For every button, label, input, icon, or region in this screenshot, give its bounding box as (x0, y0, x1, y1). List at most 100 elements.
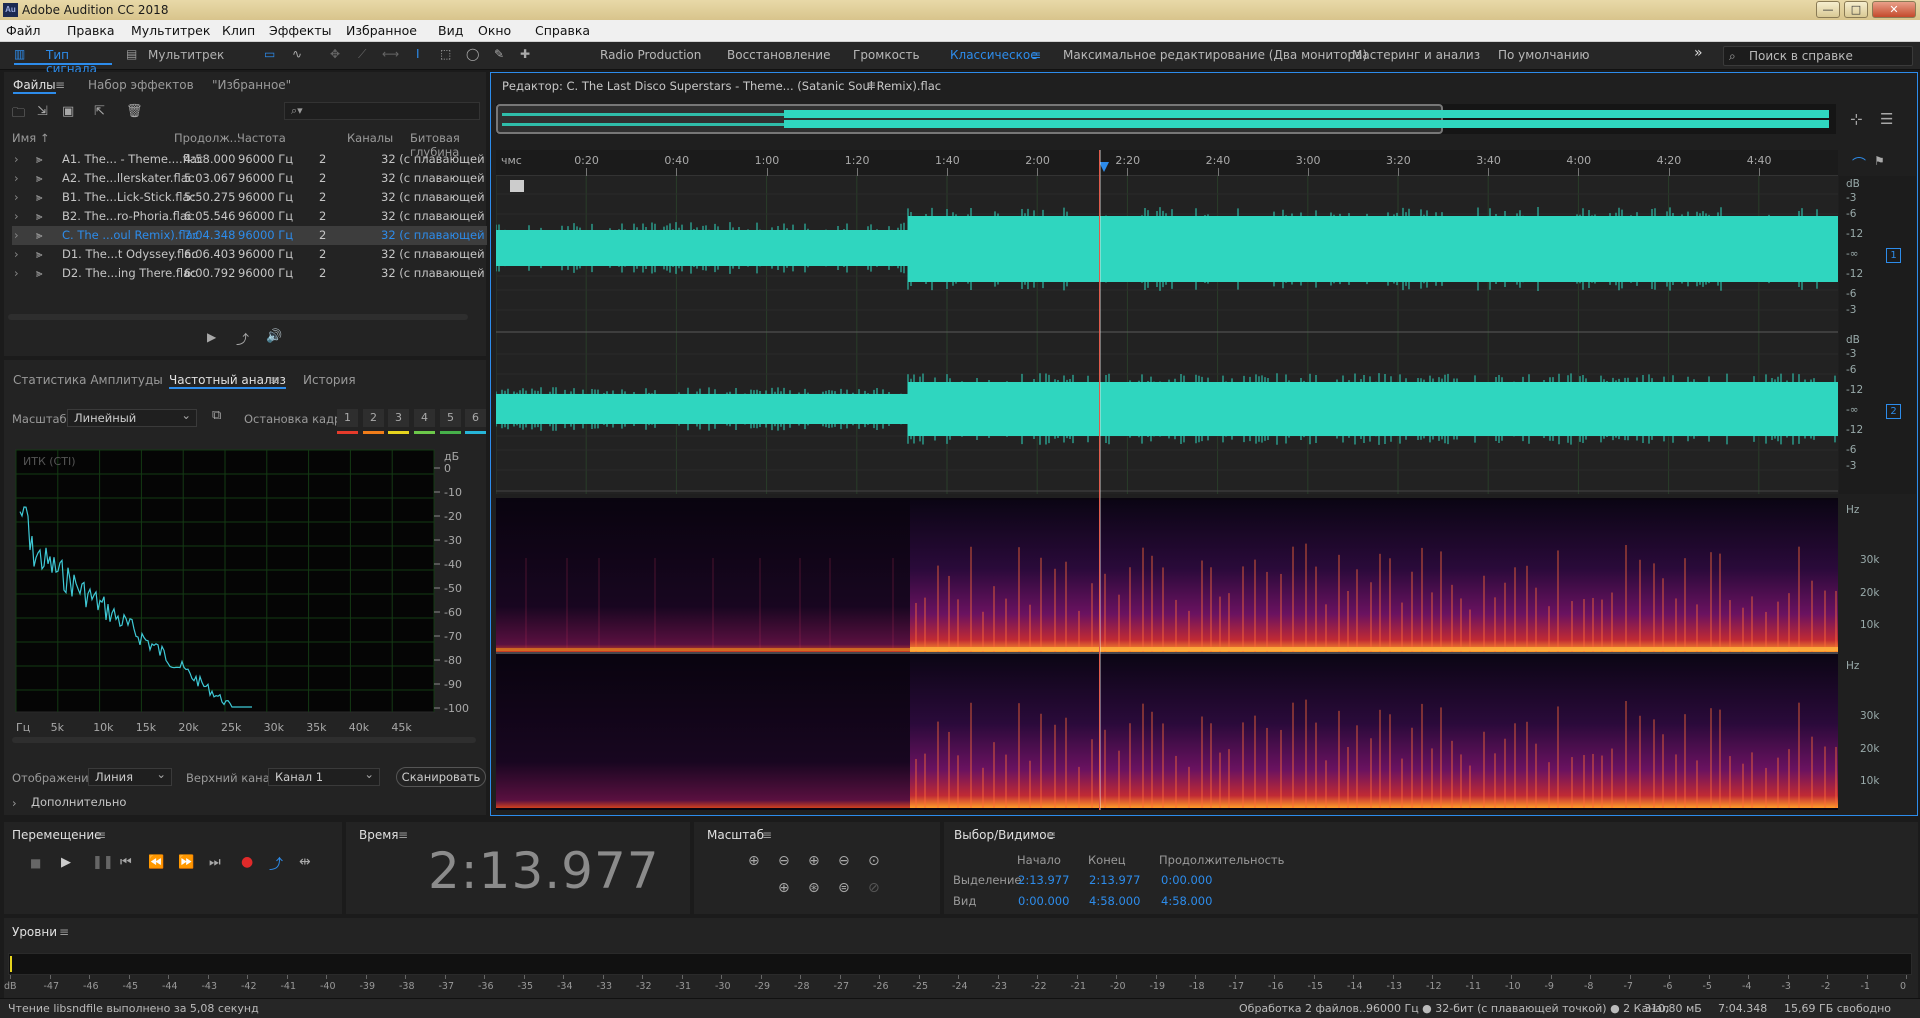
zoom-in-point-icon[interactable]: ⊛ (808, 880, 820, 896)
slip-tool-icon[interactable]: ⟷ (382, 47, 399, 61)
graph-scrollbar[interactable] (12, 737, 476, 743)
files-search-input[interactable]: ⌕▾ (284, 102, 480, 120)
loop-playback-icon[interactable]: ⤴ (269, 854, 283, 874)
zoom-in-amplitude-icon[interactable]: ⊕ (748, 853, 760, 869)
menu-window[interactable]: Окно (478, 23, 511, 38)
expand-row-icon[interactable]: › (14, 266, 19, 280)
expand-row-icon[interactable]: › (14, 152, 19, 166)
marker-icon[interactable]: ⚑ (1874, 154, 1885, 168)
pause-icon[interactable]: ❚❚ (92, 855, 114, 870)
zoom-in-time-icon[interactable]: ⊕ (808, 853, 820, 869)
file-row[interactable]: › ⫸ B1. The...Lick-Stick.flac 5:50.275 96000… (12, 188, 487, 207)
view-duration[interactable]: 4:58.000 (1161, 894, 1212, 908)
menu-file[interactable]: Файл (6, 23, 41, 38)
expand-row-icon[interactable]: › (14, 209, 19, 223)
tab-history[interactable]: История (303, 373, 356, 387)
record-icon[interactable]: ● (241, 854, 253, 870)
col-name[interactable]: Имя ↑ (12, 131, 50, 145)
workspace-radio-production[interactable]: Radio Production (600, 48, 701, 62)
new-file-icon[interactable]: ▣ (62, 104, 74, 119)
skip-next-icon[interactable]: ⏭ (209, 855, 221, 870)
file-row[interactable]: › ⫸ B2. The...ro-Phoria.flac 6:05.546 96000 … (12, 207, 487, 226)
skip-previous-icon[interactable]: ⏮ (120, 855, 132, 870)
stop-icon[interactable]: ■ (30, 856, 41, 870)
fast-forward-icon[interactable]: ⏩ (178, 855, 194, 870)
files-scrollbar[interactable] (8, 314, 468, 320)
files-menu-icon[interactable]: ≡ (55, 78, 65, 92)
rewind-icon[interactable]: ⏪ (148, 855, 164, 870)
file-row[interactable]: › ⫸ A1. The... - Theme....flac 4:58.000 9600… (12, 150, 487, 169)
play-icon[interactable]: ▶ (61, 855, 71, 870)
maximize-button[interactable]: □ (1844, 1, 1868, 18)
analysis-menu-icon[interactable]: ≡ (270, 373, 280, 387)
zoom-reset-icon[interactable]: ⊹ (1850, 110, 1863, 128)
expand-advanced-icon[interactable]: › (12, 796, 17, 810)
col-channels[interactable]: Каналы (347, 131, 393, 145)
skip-selection-icon[interactable]: ⇹ (299, 854, 311, 870)
menu-multitrack[interactable]: Мультитрек (131, 23, 210, 38)
overview-options-icon[interactable]: ☰ (1880, 110, 1893, 128)
col-duration[interactable]: Продолж... (174, 131, 241, 145)
channel-2-badge[interactable]: 2 (1886, 404, 1901, 419)
display-select[interactable]: Линия (88, 766, 172, 786)
zoom-disabled-icon[interactable]: ⊘ (868, 880, 880, 896)
workspace-restoration[interactable]: Восстановление (727, 48, 830, 62)
expand-row-icon[interactable]: › (14, 190, 19, 204)
freeze-slot-1[interactable]: 1 (337, 409, 358, 427)
workspace-mastering[interactable]: Мастеринг и анализ (1352, 48, 1480, 62)
channel-select[interactable]: Канал 1 (268, 766, 380, 786)
zoom-selection-icon[interactable]: ⊕ (778, 880, 790, 896)
razor-tool-icon[interactable]: ⟋ (358, 47, 366, 62)
import-icon[interactable]: ⇲ (37, 104, 48, 119)
expand-row-icon[interactable]: › (14, 228, 19, 242)
workspace-menu-icon[interactable]: ≡ (1031, 48, 1041, 62)
tab-frequency-analysis[interactable]: Частотный анализ (169, 373, 286, 389)
time-ruler[interactable] (496, 150, 1838, 176)
tab-files[interactable]: Файлы (13, 78, 56, 94)
levels-menu-icon[interactable]: ≡ (59, 925, 69, 939)
snapshot-icon[interactable]: ⧉ (212, 408, 221, 423)
time-selection-tool-icon[interactable]: I (416, 47, 420, 61)
scan-button[interactable]: Сканировать (396, 767, 486, 787)
time-menu-icon[interactable]: ≡ (398, 828, 408, 842)
spot-healing-tool-icon[interactable]: ✚ (520, 47, 530, 61)
editor-menu-icon[interactable]: ≡ (866, 78, 876, 92)
col-rate[interactable]: Частота (237, 131, 286, 145)
menu-clip[interactable]: Клип (222, 23, 255, 38)
hud-icon[interactable] (510, 180, 524, 192)
menu-help[interactable]: Справка (535, 23, 590, 38)
selection-duration[interactable]: 0:00.000 (1161, 873, 1212, 887)
workspace-classic[interactable]: Классическое (950, 48, 1038, 62)
brush-tool-icon[interactable]: ✎ (494, 47, 504, 61)
expand-row-icon[interactable]: › (14, 171, 19, 185)
spectral-view[interactable] (496, 498, 1838, 810)
file-row[interactable]: › ⫸ D2. The...ing There.flac 6:00.792 96000 … (12, 264, 487, 283)
view-start[interactable]: 0:00.000 (1018, 894, 1069, 908)
selection-menu-icon[interactable]: ≡ (1046, 828, 1056, 842)
menu-favorites[interactable]: Избранное (346, 23, 417, 38)
tab-effects-rack[interactable]: Набор эффектов (88, 78, 194, 92)
file-row[interactable]: › ⫸ D1. The...t Odyssey.flac 6:06.403 96000 … (12, 245, 487, 264)
scale-select[interactable]: Линейный (67, 407, 197, 427)
selection-start[interactable]: 2:13.977 (1018, 873, 1069, 887)
move-tool-icon[interactable]: ✥ (330, 47, 340, 61)
more-workspaces-button[interactable]: » (1694, 45, 1703, 61)
minimize-button[interactable]: — (1816, 1, 1840, 18)
workspace-default[interactable]: По умолчанию (1498, 48, 1590, 62)
transport-menu-icon[interactable]: ≡ (96, 828, 106, 842)
close-button[interactable]: ✕ (1872, 1, 1916, 18)
file-row[interactable]: › ⫸ C. The ...oul Remix).flac 7:04.348 96000… (12, 226, 487, 245)
workspace-loudness[interactable]: Громкость (853, 48, 920, 62)
delete-icon[interactable]: 🗑 (126, 104, 143, 119)
selection-end[interactable]: 2:13.977 (1089, 873, 1140, 887)
help-search-input[interactable]: Поиск в справке (1723, 46, 1913, 66)
view-end[interactable]: 4:58.000 (1089, 894, 1140, 908)
freeze-slot-4[interactable]: 4 (414, 409, 435, 427)
freeze-slot-5[interactable]: 5 (440, 409, 461, 427)
zoom-out-point-icon[interactable]: ⊜ (838, 880, 850, 896)
insert-into-multitrack-icon[interactable]: ⇱ (94, 104, 105, 119)
zoom-full-icon[interactable]: ⊙ (868, 853, 880, 869)
menu-edit[interactable]: Правка (67, 23, 115, 38)
tab-favorites[interactable]: "Избранное" (212, 78, 291, 92)
freeze-slot-6[interactable]: 6 (465, 409, 486, 427)
